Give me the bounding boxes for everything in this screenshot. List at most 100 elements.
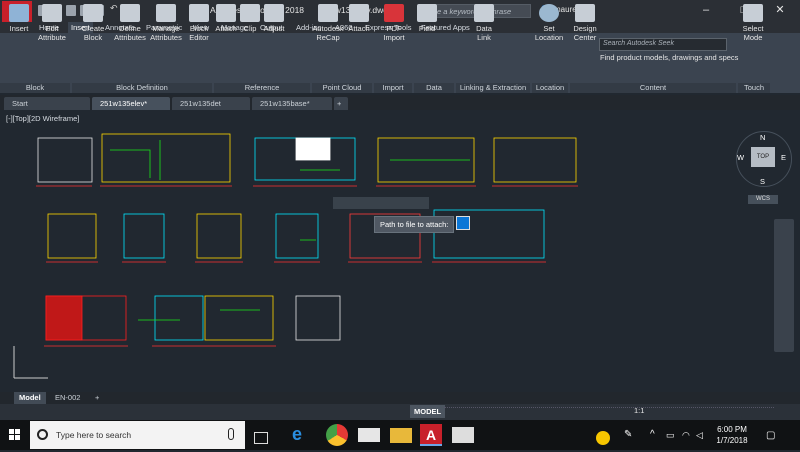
select-mode-button[interactable]: Select Mode	[737, 4, 769, 42]
group-content[interactable]: Content	[570, 83, 736, 93]
define-attributes-button[interactable]: Define Attributes	[114, 4, 146, 42]
minimize-button[interactable]: –	[686, 0, 726, 22]
taskbar-search[interactable]: Type here to search	[30, 421, 245, 449]
clip-label: Clip	[243, 24, 257, 33]
clock-date: 1/7/2018	[716, 436, 748, 445]
recap-button[interactable]: Autodesk ReCap	[312, 4, 344, 42]
edge-icon[interactable]: e	[292, 424, 314, 446]
hatch-fill	[45, 295, 83, 341]
group-data[interactable]: Data	[414, 83, 454, 93]
mail-icon[interactable]	[358, 428, 380, 442]
elevation-9	[275, 213, 319, 259]
recap-label-2: ReCap	[316, 33, 340, 42]
create-block-button[interactable]: Create Block	[77, 4, 109, 42]
notifications-icon[interactable]: ▢	[766, 430, 788, 452]
elevation-13	[154, 295, 204, 341]
insert-label: Insert	[9, 24, 29, 33]
pdf-import-button[interactable]: PDF Import	[378, 4, 410, 42]
viewport-controls[interactable]: [-][Top][2D Wireframe]	[6, 114, 79, 123]
block-editor-label-1: Block	[189, 24, 209, 33]
select-mode-label-2: Mode	[743, 33, 763, 42]
group-point-cloud[interactable]: Point Cloud	[312, 83, 372, 93]
insert-button[interactable]: Insert	[3, 4, 35, 33]
doc-tab-251w135elev[interactable]: 251w135elev*	[92, 97, 170, 110]
field-button[interactable]: Field	[411, 4, 443, 33]
pdf-icon	[384, 4, 404, 22]
attach-point-cloud-button[interactable]: Attach	[343, 4, 375, 33]
layout-tab-en-002[interactable]: EN-002	[50, 392, 85, 404]
set-location-button[interactable]: Set Location	[533, 4, 565, 42]
drawing-area	[13, 133, 578, 379]
task-view-icon[interactable]	[254, 432, 268, 444]
elevation-7	[123, 213, 165, 259]
manage-attributes-label-2: Attributes	[150, 33, 182, 42]
microphone-icon[interactable]	[228, 428, 234, 440]
data-link-label-2: Link	[477, 33, 491, 42]
layout-tab-model[interactable]: Model	[14, 392, 46, 404]
field-label: Field	[418, 24, 436, 33]
wcs-menu[interactable]: WCS	[748, 195, 778, 204]
group-touch[interactable]: Touch	[738, 83, 770, 93]
viewcube-south[interactable]: S	[760, 177, 765, 186]
model-space-button[interactable]: MODEL	[410, 405, 446, 418]
seek-search-input[interactable]: Search Autodesk Seek	[599, 38, 727, 51]
doc-tab-251w135det[interactable]: 251w135det	[172, 97, 250, 110]
point-cloud-icon	[349, 4, 369, 22]
elevation-15	[295, 295, 341, 341]
define-attributes-label-2: Attributes	[114, 33, 146, 42]
field-icon	[417, 4, 437, 22]
group-reference[interactable]: Reference	[214, 83, 310, 93]
viewcube-east[interactable]: E	[781, 153, 786, 162]
annotation-scale[interactable]: 1:1	[634, 406, 644, 415]
chrome-icon[interactable]	[326, 424, 348, 446]
recap-label-1: Autodesk	[312, 24, 344, 33]
search-icon	[37, 429, 48, 440]
command-hint-box	[333, 197, 429, 209]
viewcube-top[interactable]: TOP	[751, 147, 775, 167]
group-location[interactable]: Location	[532, 83, 568, 93]
viewcube-west[interactable]: W	[737, 153, 744, 162]
doc-tab-251w135base[interactable]: 251w135base*	[252, 97, 332, 110]
design-center-label-2: Center	[573, 33, 597, 42]
windows-start-icon[interactable]	[0, 420, 30, 450]
group-block[interactable]: Block	[0, 83, 70, 93]
elevation-2	[101, 133, 231, 183]
group-linking[interactable]: Linking & Extraction	[456, 83, 530, 93]
autocad-taskbar-icon[interactable]: A	[420, 424, 442, 446]
help-tray-icon[interactable]	[596, 431, 610, 445]
appliance-block	[295, 137, 331, 161]
file-explorer-icon[interactable]	[390, 428, 412, 443]
layout-tabs	[0, 392, 800, 404]
manage-attributes-button[interactable]: Manage Attributes	[150, 4, 182, 42]
group-import[interactable]: Import	[374, 83, 412, 93]
clip-icon	[240, 4, 260, 22]
pdf-import-label-2: Import	[383, 33, 405, 42]
clock-time: 6:00 PM	[717, 425, 747, 434]
add-layout-button[interactable]: +	[90, 392, 104, 404]
define-attributes-icon	[120, 4, 140, 22]
elevation-1	[37, 137, 93, 183]
elevation-8	[196, 213, 242, 259]
group-block-definition[interactable]: Block Definition	[72, 83, 212, 93]
cursor-input-box[interactable]	[456, 216, 470, 230]
pen-tray-icon[interactable]: ✎	[624, 429, 646, 451]
data-link-button[interactable]: Data Link	[468, 4, 500, 42]
navigation-bar[interactable]	[774, 219, 794, 352]
elevation-14	[204, 295, 274, 341]
edit-attribute-label-2: Attribute	[38, 33, 66, 42]
elevation-6	[47, 213, 97, 259]
design-center-icon	[575, 4, 595, 22]
doc-tab-start[interactable]: Start	[4, 97, 90, 110]
edit-attribute-button[interactable]: Edit Attribute	[36, 4, 68, 42]
edit-attribute-icon	[42, 4, 62, 22]
status-toggles[interactable]	[444, 407, 774, 418]
viewcube-north[interactable]: N	[760, 133, 765, 142]
adjust-button[interactable]: Adjust	[258, 4, 290, 33]
design-center-button[interactable]: Design Center	[569, 4, 601, 42]
insert-block-icon	[9, 4, 29, 22]
define-attributes-label-1: Define	[119, 24, 141, 33]
new-tab-button[interactable]: +	[334, 97, 348, 110]
taskbar-clock[interactable]: 6:00 PM 1/7/2018	[710, 424, 754, 446]
data-link-icon	[474, 4, 494, 22]
photos-icon[interactable]	[452, 427, 474, 443]
